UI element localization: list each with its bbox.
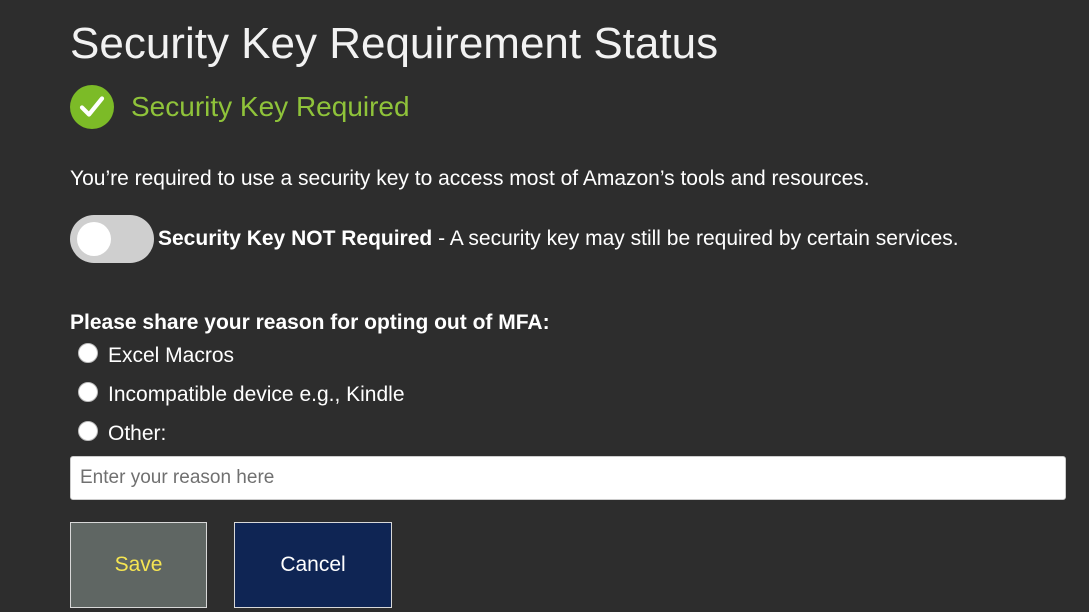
requirement-description: You’re required to use a security key to… bbox=[70, 167, 870, 190]
toggle-knob bbox=[77, 222, 111, 256]
security-key-status-page: Security Key Requirement Status Security… bbox=[0, 0, 1089, 612]
save-button[interactable]: Save bbox=[70, 522, 207, 608]
radio-option-excel-macros[interactable]: Excel Macros bbox=[78, 336, 1089, 375]
status-text: Security Key Required bbox=[131, 91, 410, 122]
radio-other[interactable] bbox=[78, 420, 98, 441]
radio-label-excel-macros: Excel Macros bbox=[108, 343, 235, 367]
radio-excel-macros[interactable] bbox=[78, 342, 98, 363]
radio-incompatible-device[interactable] bbox=[78, 381, 98, 402]
page-title: Security Key Requirement Status bbox=[70, 19, 719, 68]
toggle-label-rest: - A security key may still be required b… bbox=[432, 227, 959, 250]
security-key-toggle[interactable] bbox=[70, 215, 154, 263]
cancel-button[interactable]: Cancel bbox=[234, 522, 392, 608]
radio-option-incompatible-device[interactable]: Incompatible device e.g., Kindle bbox=[78, 375, 1089, 414]
opt-out-toggle-row: Security Key NOT Required - A security k… bbox=[70, 215, 1089, 263]
reason-heading: Please share your reason for opting out … bbox=[70, 311, 550, 334]
reason-input[interactable] bbox=[70, 456, 1066, 500]
status-indicator: Security Key Required bbox=[70, 85, 1089, 129]
toggle-label-bold: Security Key NOT Required bbox=[158, 227, 433, 250]
check-circle-icon bbox=[70, 85, 114, 129]
radio-label-incompatible-device: Incompatible device e.g., Kindle bbox=[108, 382, 405, 406]
action-buttons: Save Cancel bbox=[70, 522, 1089, 608]
radio-label-other: Other: bbox=[108, 421, 167, 445]
radio-option-other[interactable]: Other: bbox=[78, 414, 1089, 453]
toggle-label: Security Key NOT Required - A security k… bbox=[158, 226, 959, 252]
